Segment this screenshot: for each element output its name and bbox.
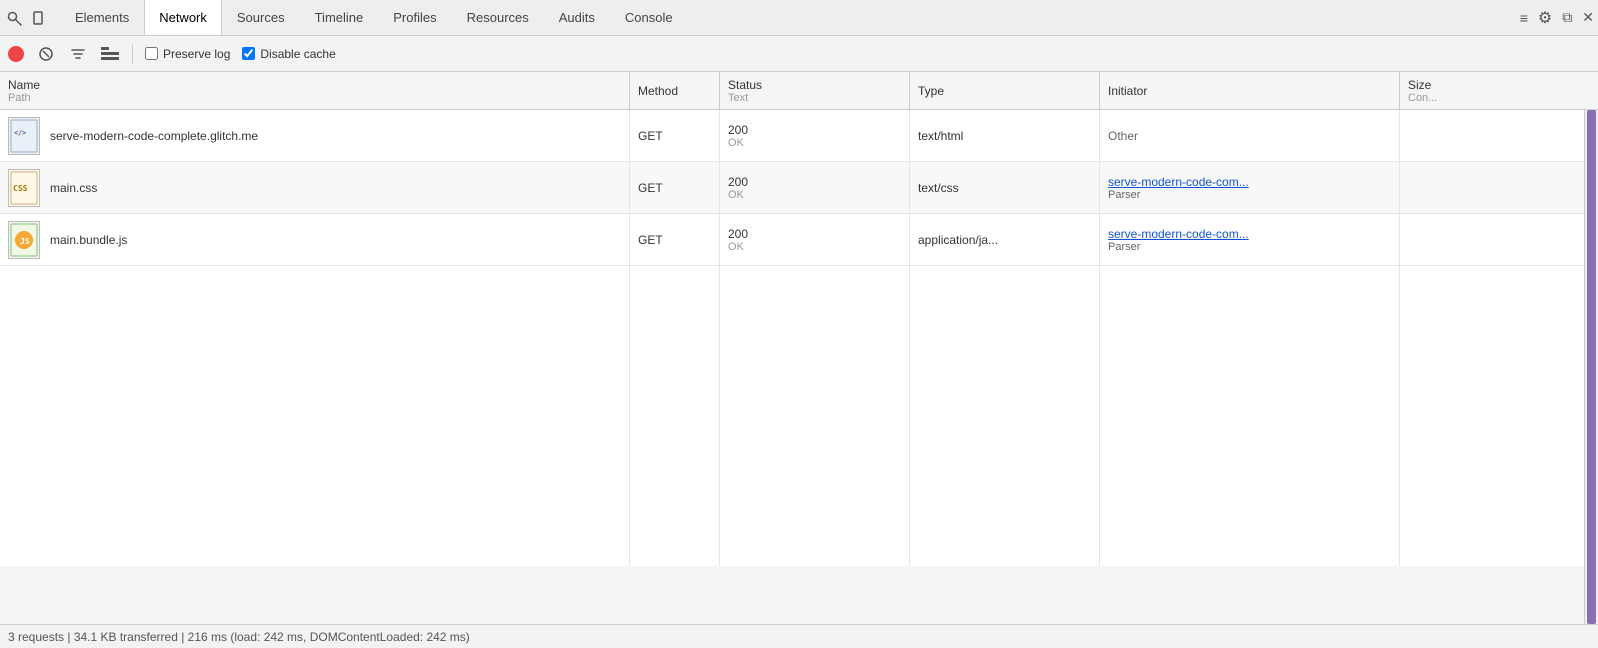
table-body: < / > serve-modern-code-complete.glitch.… xyxy=(0,110,1584,624)
nav-tabs: Elements Network Sources Timeline Profil… xyxy=(60,0,688,35)
filter-icon[interactable] xyxy=(68,44,88,64)
scrollbar-track xyxy=(1585,110,1598,624)
row-size xyxy=(1400,162,1584,213)
row-type: text/css xyxy=(910,162,1100,213)
tab-elements[interactable]: Elements xyxy=(60,0,144,35)
dock-icon[interactable]: ⧉ xyxy=(1562,9,1572,26)
col-header-status[interactable]: Status Text xyxy=(720,72,910,109)
tab-audits[interactable]: Audits xyxy=(544,0,610,35)
tab-resources[interactable]: Resources xyxy=(452,0,544,35)
tab-sources[interactable]: Sources xyxy=(222,0,300,35)
clear-button[interactable] xyxy=(36,44,56,64)
file-icon-html: < / > xyxy=(8,117,40,155)
top-nav: Elements Network Sources Timeline Profil… xyxy=(0,0,1598,36)
scrollbar[interactable] xyxy=(1584,110,1598,624)
row-method: GET xyxy=(630,110,720,161)
preserve-log-checkbox[interactable] xyxy=(145,47,158,60)
row-name-cell: < / > serve-modern-code-complete.glitch.… xyxy=(0,110,630,161)
svg-text:CSS: CSS xyxy=(13,184,28,193)
row-type: text/html xyxy=(910,110,1100,161)
settings-icon[interactable]: ⚙ xyxy=(1538,8,1552,28)
col-header-type[interactable]: Type xyxy=(910,72,1100,109)
row-name-cell: CSS main.css xyxy=(0,162,630,213)
tab-timeline[interactable]: Timeline xyxy=(300,0,379,35)
file-icon-js: JS xyxy=(8,221,40,259)
col-header-name[interactable]: Name Path xyxy=(0,72,630,109)
row-initiator: Other xyxy=(1100,110,1400,161)
row-type: application/ja... xyxy=(910,214,1100,265)
tab-console[interactable]: Console xyxy=(610,0,688,35)
preserve-log-label: Preserve log xyxy=(163,47,230,61)
row-filename: main.css xyxy=(50,181,97,195)
row-size xyxy=(1400,214,1584,265)
tab-profiles[interactable]: Profiles xyxy=(378,0,451,35)
nav-right-icons: ≡ ⚙ ⧉ ✕ xyxy=(1520,8,1594,28)
empty-area xyxy=(0,266,1584,566)
svg-text:>: > xyxy=(22,129,26,137)
status-bar: 3 requests | 34.1 KB transferred | 216 m… xyxy=(0,624,1598,648)
scrollbar-thumb[interactable] xyxy=(1587,110,1596,624)
network-toolbar: Preserve log Disable cache xyxy=(0,36,1598,72)
table-row[interactable]: < / > serve-modern-code-complete.glitch.… xyxy=(0,110,1584,162)
console-drawer-icon[interactable]: ≡ xyxy=(1520,10,1528,26)
col-header-size[interactable]: Size Con... xyxy=(1400,72,1598,109)
view-toggle-icon[interactable] xyxy=(100,44,120,64)
disable-cache-checkbox[interactable] xyxy=(242,47,255,60)
row-filename: main.bundle.js xyxy=(50,233,127,247)
row-status: 200 OK xyxy=(720,110,910,161)
nav-left-icons xyxy=(4,8,50,28)
row-method: GET xyxy=(630,162,720,213)
toolbar-divider xyxy=(132,44,133,64)
row-status: 200 OK xyxy=(720,162,910,213)
table-row[interactable]: CSS main.css GET 200 OK text/css serve-m… xyxy=(0,162,1584,214)
col-header-method[interactable]: Method xyxy=(630,72,720,109)
disable-cache-toggle[interactable]: Disable cache xyxy=(242,47,335,61)
tab-network[interactable]: Network xyxy=(144,0,222,35)
table-body-container: < / > serve-modern-code-complete.glitch.… xyxy=(0,110,1598,624)
row-method: GET xyxy=(630,214,720,265)
row-initiator: serve-modern-code-com... Parser xyxy=(1100,162,1400,213)
row-name-cell: JS main.bundle.js xyxy=(0,214,630,265)
row-filename: serve-modern-code-complete.glitch.me xyxy=(50,129,258,143)
preserve-log-toggle[interactable]: Preserve log xyxy=(145,47,230,61)
svg-text:JS: JS xyxy=(20,237,30,246)
device-icon[interactable] xyxy=(30,8,50,28)
record-button[interactable] xyxy=(8,46,24,62)
table-header: Name Path Method Status Text Type Initia… xyxy=(0,72,1598,110)
search-icon[interactable] xyxy=(4,8,24,28)
row-initiator: serve-modern-code-com... Parser xyxy=(1100,214,1400,265)
close-icon[interactable]: ✕ xyxy=(1582,9,1594,26)
table-row[interactable]: JS main.bundle.js GET 200 OK application… xyxy=(0,214,1584,266)
disable-cache-label: Disable cache xyxy=(260,47,335,61)
col-header-initiator[interactable]: Initiator xyxy=(1100,72,1400,109)
row-size xyxy=(1400,110,1584,161)
main-content: Name Path Method Status Text Type Initia… xyxy=(0,72,1598,624)
status-text: 3 requests | 34.1 KB transferred | 216 m… xyxy=(8,630,470,644)
row-status: 200 OK xyxy=(720,214,910,265)
file-icon-css: CSS xyxy=(8,169,40,207)
